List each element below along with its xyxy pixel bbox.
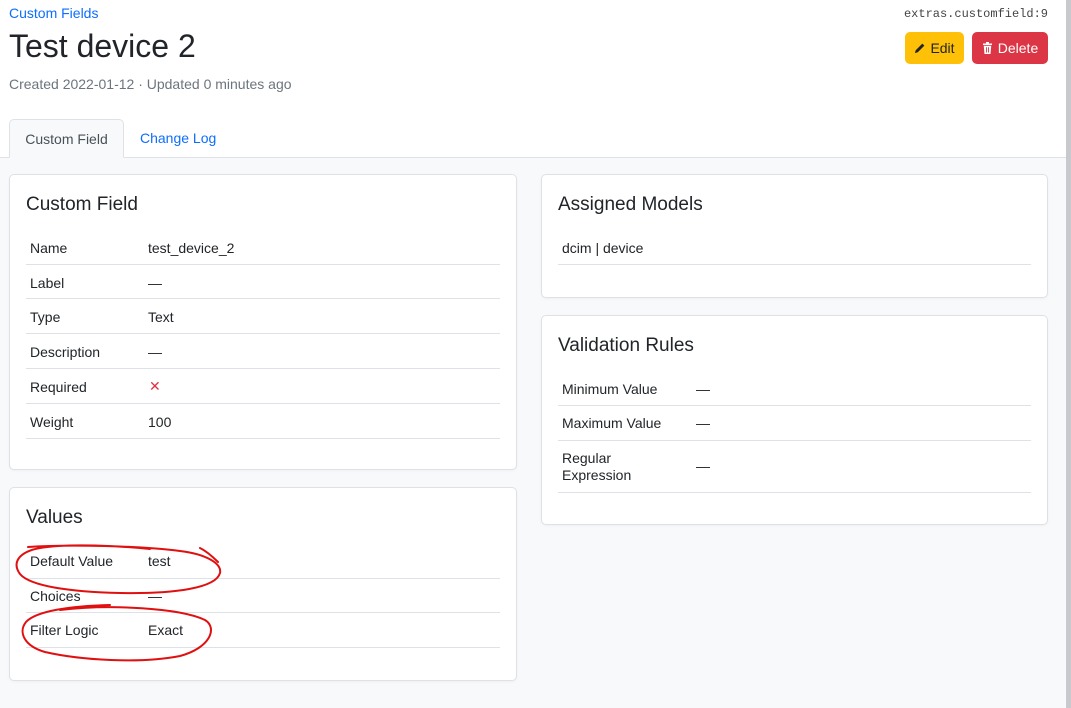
tab-custom-field[interactable]: Custom Field	[9, 119, 124, 158]
table-row: Name test_device_2	[26, 230, 500, 265]
list-item: dcim | device	[558, 230, 1031, 265]
trash-icon	[982, 42, 992, 54]
field-value: —	[148, 588, 162, 604]
field-key: Required	[30, 379, 87, 395]
field-key: Type	[30, 309, 61, 325]
delete-button-label: Delete	[997, 40, 1039, 56]
table-row: Label —	[26, 265, 500, 299]
table-row: Regular Expression —	[558, 441, 1031, 493]
field-key: Choices	[30, 588, 81, 604]
page: Custom Fields extras.customfield:9 Test …	[0, 0, 1066, 708]
card-title: Custom Field	[26, 194, 138, 215]
field-value: Text	[148, 309, 174, 325]
table-row: Maximum Value —	[558, 406, 1031, 441]
table-row: Description —	[26, 334, 500, 369]
breadcrumb-custom-fields[interactable]: Custom Fields	[9, 5, 98, 21]
model-name: dcim | device	[562, 240, 644, 256]
field-key-line: Expression	[562, 467, 632, 483]
field-key: Weight	[30, 414, 74, 430]
table-row: Required ✕	[26, 369, 500, 404]
delete-button[interactable]: Delete	[972, 32, 1048, 64]
pencil-icon	[915, 43, 925, 53]
field-value: Exact	[148, 622, 184, 638]
window-edge	[1066, 0, 1071, 708]
table-row: Minimum Value —	[558, 371, 1031, 406]
table-row: Weight 100	[26, 404, 500, 439]
field-value: —	[696, 381, 710, 397]
table-row: Type Text	[26, 299, 500, 334]
field-value: test_device_2	[148, 240, 235, 256]
card-title: Validation Rules	[558, 335, 694, 356]
edit-button-label: Edit	[930, 40, 955, 56]
field-value: test	[148, 553, 171, 569]
edit-button[interactable]: Edit	[905, 32, 964, 64]
field-key: Filter Logic	[30, 622, 99, 638]
field-key: Regular Expression	[562, 450, 631, 484]
close-icon: ✕	[149, 378, 161, 394]
custom-field-card: Custom Field Name test_device_2 Label — …	[9, 174, 517, 470]
field-value: —	[696, 458, 710, 474]
field-value: —	[148, 275, 162, 291]
field-key: Label	[30, 275, 65, 291]
created-updated-meta: Created 2022-01-12 · Updated 0 minutes a…	[9, 76, 292, 92]
card-title: Assigned Models	[558, 194, 703, 215]
field-key: Name	[30, 240, 68, 256]
table-row: Filter Logic Exact	[26, 613, 500, 648]
card-title: Values	[26, 507, 83, 528]
field-key: Default Value	[30, 553, 114, 569]
content-area: Custom Field Name test_device_2 Label — …	[0, 158, 1066, 708]
tab-bar: Custom Field Change Log	[0, 119, 1066, 158]
field-key: Description	[30, 344, 101, 360]
table-row: Default Value test	[26, 544, 500, 579]
assigned-models-card: Assigned Models dcim | device	[541, 174, 1048, 298]
field-key-line: Regular	[562, 450, 612, 466]
field-value: —	[148, 344, 162, 360]
values-card: Values Default Value test Choices — Filt…	[9, 487, 517, 681]
field-key: Minimum Value	[562, 381, 658, 397]
page-title: Test device 2	[9, 28, 196, 64]
object-identifier: extras.customfield:9	[903, 7, 1048, 21]
field-value: —	[696, 415, 710, 431]
tab-change-log[interactable]: Change Log	[140, 119, 216, 157]
field-key: Maximum Value	[562, 415, 662, 431]
field-value: 100	[148, 414, 172, 430]
table-row: Choices —	[26, 579, 500, 613]
validation-rules-card: Validation Rules Minimum Value — Maximum…	[541, 315, 1048, 525]
